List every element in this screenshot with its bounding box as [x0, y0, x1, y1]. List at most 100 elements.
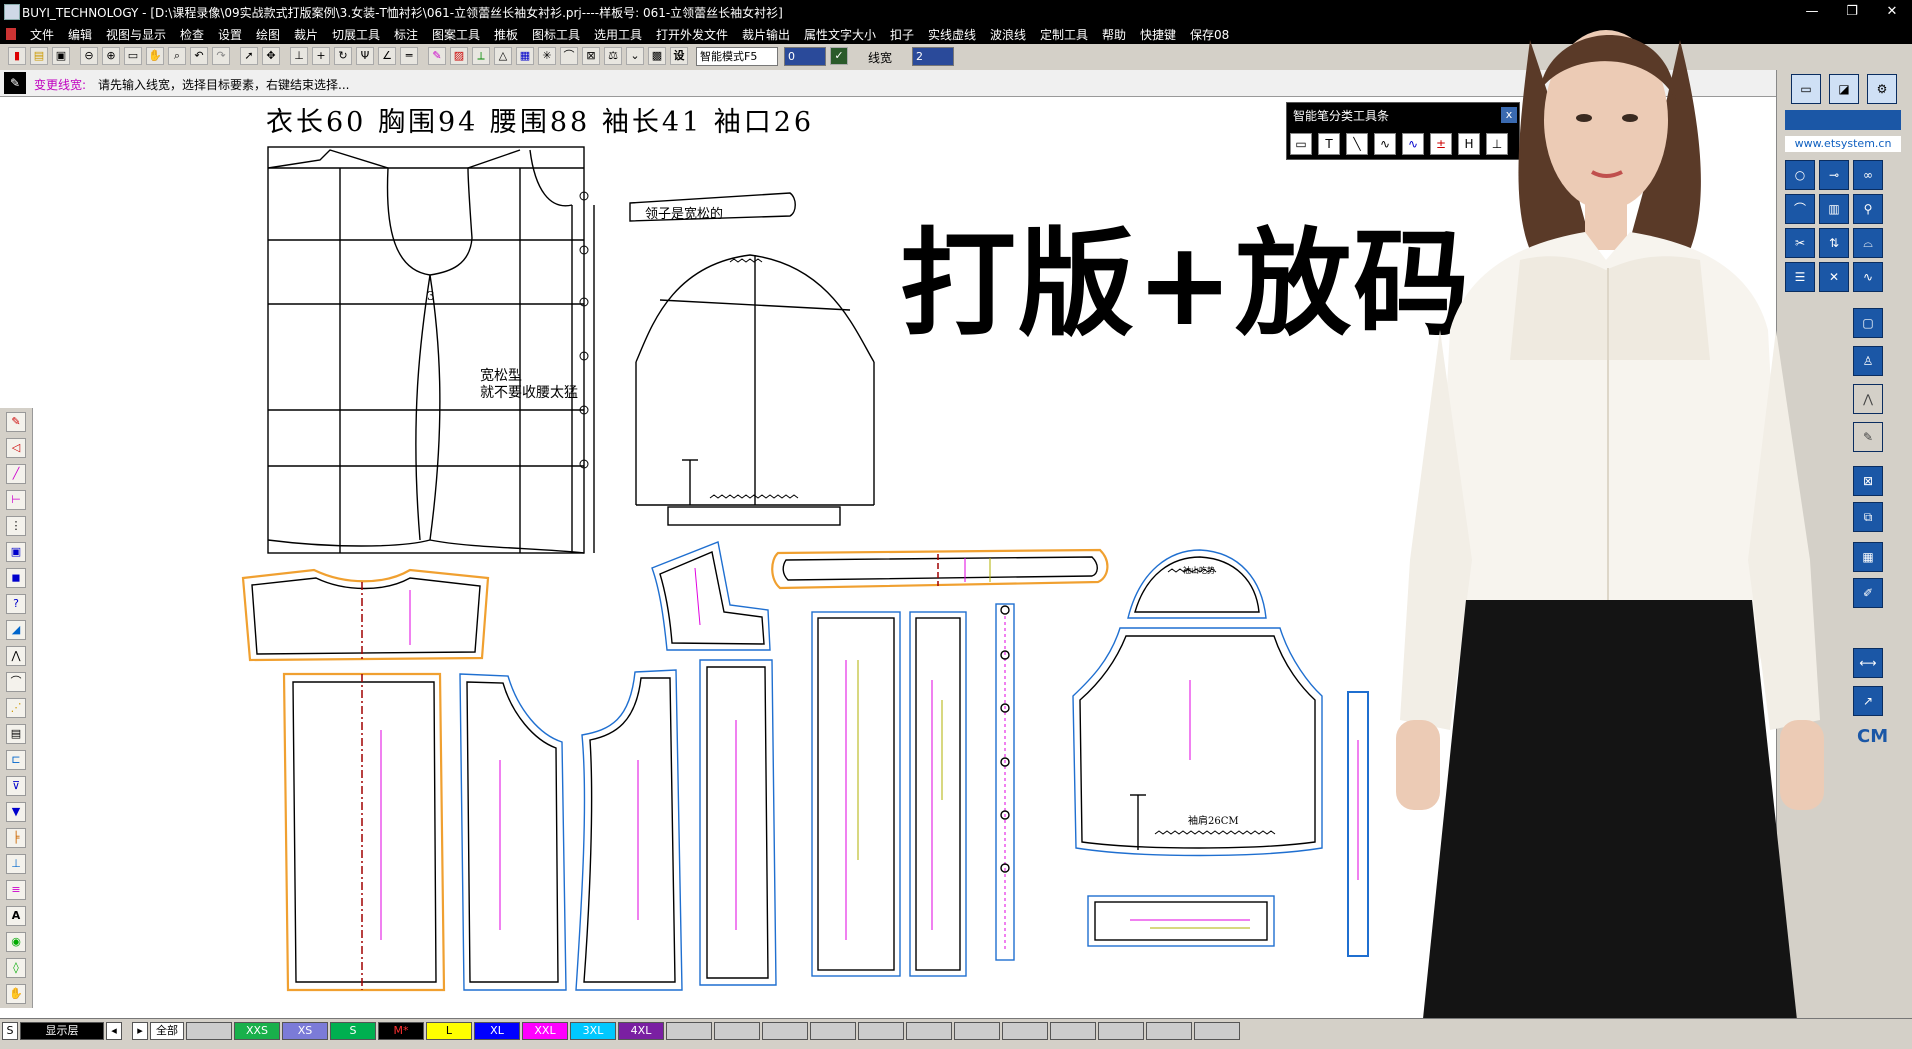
empty-size-slot-10[interactable] [1098, 1022, 1144, 1040]
empty-size-slot-11[interactable] [1146, 1022, 1192, 1040]
empty-size-slot-12[interactable] [1194, 1022, 1240, 1040]
ruler-icon[interactable]: ⊢ [6, 490, 26, 510]
menu-grading[interactable]: 推板 [494, 26, 518, 43]
align-icon[interactable]: ⊥ [290, 47, 308, 65]
menu-file[interactable]: 文件 [30, 26, 54, 43]
pattern-piece-sleeve-cap[interactable] [1127, 549, 1267, 619]
size-m-base[interactable]: M* [378, 1022, 424, 1040]
pattern-piece-cuff[interactable] [1087, 895, 1275, 947]
menu-slash-spread[interactable]: 切展工具 [332, 26, 380, 43]
size-s[interactable]: S [330, 1022, 376, 1040]
rotate-icon[interactable]: ↻ [334, 47, 352, 65]
size-4xl[interactable]: 4XL [618, 1022, 664, 1040]
next-layer-button[interactable]: ▸ [132, 1022, 148, 1040]
menu-annotate[interactable]: 标注 [394, 26, 418, 43]
pattern-piece-back-neck[interactable] [651, 541, 771, 651]
multi-line-icon[interactable]: ≡ [6, 880, 26, 900]
text-tool-icon[interactable]: A [6, 906, 26, 926]
menu-wave-line[interactable]: 波浪线 [990, 26, 1026, 43]
menu-pattern-tools[interactable]: 图案工具 [432, 26, 480, 43]
menu-help[interactable]: 帮助 [1102, 26, 1126, 43]
pattern-piece-collar-band[interactable] [771, 548, 1109, 590]
empty-size-slot-2[interactable] [714, 1022, 760, 1040]
linewidth-input[interactable]: 2 [912, 47, 954, 66]
zoom-out-icon[interactable]: ⊖ [80, 47, 98, 65]
size-xl[interactable]: XL [474, 1022, 520, 1040]
square-icon[interactable]: ◼ [6, 568, 26, 588]
fit-screen-icon[interactable]: ▭ [124, 47, 142, 65]
frame-icon[interactable]: ▣ [6, 542, 26, 562]
eraser-icon[interactable]: ◊ [6, 958, 26, 978]
menu-buttons[interactable]: 扣子 [890, 26, 914, 43]
menu-settings[interactable]: 设置 [218, 26, 242, 43]
empty-size-slot-3[interactable] [762, 1022, 808, 1040]
menu-piece-output[interactable]: 裁片输出 [742, 26, 790, 43]
display-layer-button[interactable]: 显示层 [20, 1022, 104, 1040]
triangle-icon[interactable]: △ [494, 47, 512, 65]
menu-draw[interactable]: 绘图 [256, 26, 280, 43]
save-piece-icon[interactable]: ▤ [6, 724, 26, 744]
base-size-slot[interactable] [186, 1022, 232, 1040]
empty-size-slot-8[interactable] [1002, 1022, 1048, 1040]
add-point-icon[interactable]: + [312, 47, 330, 65]
notch-icon[interactable]: ◁ [6, 438, 26, 458]
size-xs[interactable]: XS [282, 1022, 328, 1040]
grid-select-icon[interactable]: ▩ [648, 47, 666, 65]
pattern-piece-button-strip[interactable] [995, 603, 1015, 961]
open-folder-icon[interactable]: ▤ [30, 47, 48, 65]
select-arrow-icon[interactable]: ➚ [240, 47, 258, 65]
fill-icon[interactable]: ◉ [6, 932, 26, 952]
pattern-piece-sleeve-placket[interactable] [1347, 691, 1369, 957]
chevron-tool-icon[interactable]: ⌄ [626, 47, 644, 65]
empty-size-slot-6[interactable] [906, 1022, 952, 1040]
help-icon[interactable]: ? [6, 594, 26, 614]
menu-save08[interactable]: 保存08 [1190, 26, 1229, 43]
menu-pieces[interactable]: 裁片 [294, 26, 318, 43]
menu-selection-tools[interactable]: 选用工具 [594, 26, 642, 43]
menu-check[interactable]: 检查 [180, 26, 204, 43]
angle-icon[interactable]: ∠ [378, 47, 396, 65]
pattern-piece-back-side[interactable] [575, 669, 683, 991]
size-3xl[interactable]: 3XL [570, 1022, 616, 1040]
pattern-piece-side-front[interactable] [459, 673, 567, 991]
cut-pen-icon[interactable]: ✎ [6, 412, 26, 432]
menu-shortcuts[interactable]: 快捷键 [1140, 26, 1176, 43]
menu-open-external[interactable]: 打开外发文件 [656, 26, 728, 43]
prev-layer-button[interactable]: ◂ [106, 1022, 122, 1040]
pattern-piece-placket-1[interactable] [811, 611, 901, 977]
new-file-icon[interactable]: ▮ [8, 47, 26, 65]
settings-text-icon[interactable]: 设 [670, 47, 688, 65]
shape-icon[interactable]: ◢ [6, 620, 26, 640]
empty-size-slot-5[interactable] [858, 1022, 904, 1040]
weight-icon[interactable]: ⚖ [604, 47, 622, 65]
undo-icon[interactable]: ↶ [190, 47, 208, 65]
pattern-piece-front[interactable] [282, 672, 446, 992]
zoom-in-icon[interactable]: ⊕ [102, 47, 120, 65]
pattern-piece-yoke[interactable] [241, 568, 490, 662]
empty-size-slot-4[interactable] [810, 1022, 856, 1040]
hatch-icon[interactable]: ▨ [450, 47, 468, 65]
menu-view[interactable]: 视图与显示 [106, 26, 166, 43]
redo-icon[interactable]: ↷ [212, 47, 230, 65]
bodice-draft[interactable] [267, 146, 595, 554]
pleat-icon[interactable]: ⊽ [6, 776, 26, 796]
curve-tool-icon[interactable]: ⌒ [560, 47, 578, 65]
confirm-icon[interactable]: ✓ [830, 47, 848, 65]
pattern-piece-back[interactable] [699, 659, 777, 986]
measure-icon[interactable]: ⟂ [472, 47, 490, 65]
move-icon[interactable]: ✥ [262, 47, 280, 65]
menu-edit[interactable]: 编辑 [68, 26, 92, 43]
seam-tool-icon[interactable]: ⋰ [6, 698, 26, 718]
corner-icon[interactable]: ⊏ [6, 750, 26, 770]
save-icon[interactable]: ▣ [52, 47, 70, 65]
grid-line-icon[interactable]: ╞ [6, 828, 26, 848]
empty-size-slot-1[interactable] [666, 1022, 712, 1040]
fork-icon[interactable]: Ψ [356, 47, 374, 65]
size-l[interactable]: L [426, 1022, 472, 1040]
split-icon[interactable]: ⋮ [6, 516, 26, 536]
hand-tool-icon[interactable]: ✋ [6, 984, 26, 1004]
mode-select[interactable]: 智能模式F5 [696, 47, 778, 66]
menu-text-size[interactable]: 属性文字大小 [804, 26, 876, 43]
sleeve-draft[interactable] [635, 254, 875, 526]
dart-tool-icon[interactable]: ⋀ [6, 646, 26, 666]
